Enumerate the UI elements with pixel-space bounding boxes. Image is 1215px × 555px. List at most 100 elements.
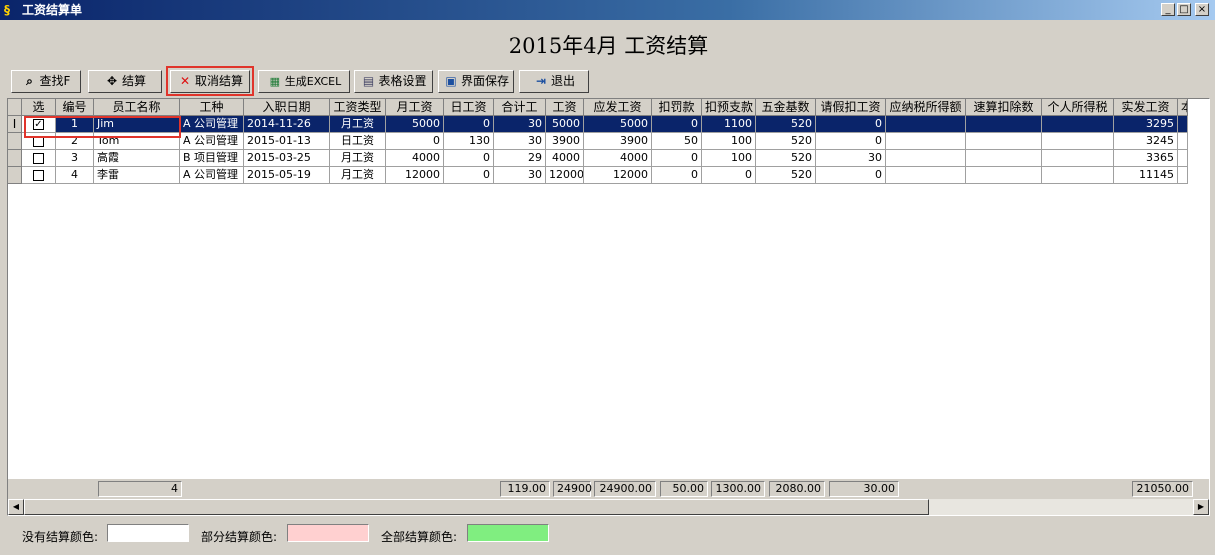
cell-wage: 3900: [546, 133, 584, 150]
horizontal-scrollbar[interactable]: ◀ ▶: [8, 499, 1209, 515]
cell-fine: 0: [652, 167, 702, 184]
column-header-advance[interactable]: 扣预支款: [702, 99, 756, 116]
column-header-leave-deduction[interactable]: 请假扣工资: [816, 99, 886, 116]
column-header-gross[interactable]: 应发工资: [584, 99, 652, 116]
column-header-net-pay[interactable]: 实发工资: [1114, 99, 1178, 116]
minimize-button[interactable]: _: [1161, 3, 1175, 16]
column-header-wage[interactable]: 工资: [546, 99, 584, 116]
row-checkbox[interactable]: [33, 169, 44, 181]
row-checkbox[interactable]: [33, 152, 44, 164]
column-header-wage-type[interactable]: 工资类型: [330, 99, 386, 116]
column-header-select[interactable]: 选: [22, 99, 56, 116]
column-header-name[interactable]: 员工名称: [94, 99, 180, 116]
cell-select[interactable]: [22, 150, 56, 167]
search-button[interactable]: ⌕ 查找F: [11, 70, 81, 93]
total-count: 4: [98, 481, 182, 497]
cell-name: 高霞: [94, 150, 180, 167]
cell-select[interactable]: ✓: [22, 116, 56, 133]
cell-wage-type: 月工资: [330, 150, 386, 167]
column-header-extra[interactable]: 本: [1178, 99, 1188, 116]
row-marker: [8, 133, 22, 150]
exit-button-label: 退出: [550, 74, 575, 88]
cell-leave-deduction: 30: [816, 150, 886, 167]
cell-daily-wage: 130: [444, 133, 494, 150]
cell-job: A 公司管理: [180, 133, 244, 150]
partial-settled-color-swatch[interactable]: [287, 524, 369, 542]
row-checkbox[interactable]: ✓: [33, 118, 44, 130]
close-button[interactable]: ×: [1195, 3, 1209, 16]
cell-net-pay: 3365: [1114, 150, 1178, 167]
cell-fine: 0: [652, 150, 702, 167]
cell-gross: 3900: [584, 133, 652, 150]
title-bar: § 工资结算单 _ □ ×: [0, 0, 1215, 20]
total-days: 119.00: [500, 481, 550, 497]
cell-wage-type: 月工资: [330, 116, 386, 133]
scroll-right-button[interactable]: ▶: [1193, 499, 1209, 515]
cancel-settle-button[interactable]: ✕ 取消结算: [170, 70, 250, 93]
cell-fund-base: 520: [756, 167, 816, 184]
page-title: 2015年4月 工资结算: [508, 34, 709, 58]
cell-gross: 5000: [584, 116, 652, 133]
cell-fund-base: 520: [756, 116, 816, 133]
cell-gross: 4000: [584, 150, 652, 167]
total-advance: 1300.00: [711, 481, 765, 497]
scroll-thumb[interactable]: [24, 499, 929, 515]
column-header-taxable-income[interactable]: 应纳税所得额: [886, 99, 966, 116]
column-header-id[interactable]: 编号: [56, 99, 94, 116]
export-excel-button[interactable]: ▦ 生成EXCEL: [258, 70, 350, 93]
cell-taxable-income: [886, 167, 966, 184]
row-checkbox[interactable]: [33, 135, 44, 147]
window-title: 工资结算单: [22, 3, 83, 17]
cell-monthly-wage: 5000: [386, 116, 444, 133]
cell-hire-date: 2015-01-13: [244, 133, 330, 150]
cell-extra: [1178, 133, 1188, 150]
cell-select[interactable]: [22, 133, 56, 150]
save-layout-button[interactable]: ▣ 界面保存: [438, 70, 514, 93]
row-marker: [8, 167, 22, 184]
column-header-job[interactable]: 工种: [180, 99, 244, 116]
cell-fine: 0: [652, 116, 702, 133]
cell-fund-base: 520: [756, 133, 816, 150]
cell-daily-wage: 0: [444, 167, 494, 184]
column-header-monthly-wage[interactable]: 月工资: [386, 99, 444, 116]
total-fine: 50.00: [660, 481, 708, 497]
cell-monthly-wage: 0: [386, 133, 444, 150]
column-header-income-tax[interactable]: 个人所得税: [1042, 99, 1114, 116]
column-header-fine[interactable]: 扣罚款: [652, 99, 702, 116]
table-icon: ▤: [362, 74, 375, 88]
fully-settled-color-swatch[interactable]: [467, 524, 549, 542]
cell-job: A 公司管理: [180, 167, 244, 184]
cell-select[interactable]: [22, 167, 56, 184]
column-header-daily-wage[interactable]: 日工资: [444, 99, 494, 116]
cell-name: 李雷: [94, 167, 180, 184]
column-header-days[interactable]: 合计工: [494, 99, 546, 116]
table-settings-button[interactable]: ▤ 表格设置: [354, 70, 433, 93]
salary-grid[interactable]: 选编号 员工名称 工种 入职日期 工资类型 月工资 日工资 合计工 工资 应发工资 扣罚款 扣预支款五…: [7, 98, 1210, 516]
cell-wage: 5000: [546, 116, 584, 133]
cell-leave-deduction: 0: [816, 116, 886, 133]
fully-settled-color-label: 全部结算颜色:: [381, 530, 458, 544]
settle-button[interactable]: ✥ 结算: [88, 70, 162, 93]
exit-button[interactable]: ⇥ 退出: [519, 70, 589, 93]
cross-icon: ✕: [179, 74, 191, 88]
cell-advance: 1100: [702, 116, 756, 133]
maximize-button[interactable]: □: [1177, 3, 1191, 16]
unsettled-color-swatch[interactable]: [107, 524, 189, 542]
cell-extra: [1178, 150, 1188, 167]
cell-hire-date: 2014-11-26: [244, 116, 330, 133]
cell-taxable-income: [886, 116, 966, 133]
cell-days: 30: [494, 167, 546, 184]
column-header-hire-date[interactable]: 入职日期: [244, 99, 330, 116]
cell-hire-date: 2015-03-25: [244, 150, 330, 167]
cell-daily-wage: 0: [444, 150, 494, 167]
total-gross: 24900.00: [594, 481, 656, 497]
column-header-fund-base[interactable]: 五金基数: [756, 99, 816, 116]
save-layout-button-label: 界面保存: [460, 74, 509, 88]
cell-hire-date: 2015-05-19: [244, 167, 330, 184]
column-header-quick-deduction[interactable]: 速算扣除数: [966, 99, 1042, 116]
total-leave: 30.00: [829, 481, 899, 497]
cell-net-pay: 3295: [1114, 116, 1178, 133]
scroll-left-button[interactable]: ◀: [8, 499, 24, 515]
cell-days: 29: [494, 150, 546, 167]
totals-row: 4 119.00 24900 24900.00 50.00 1300.00 20…: [8, 479, 1209, 499]
